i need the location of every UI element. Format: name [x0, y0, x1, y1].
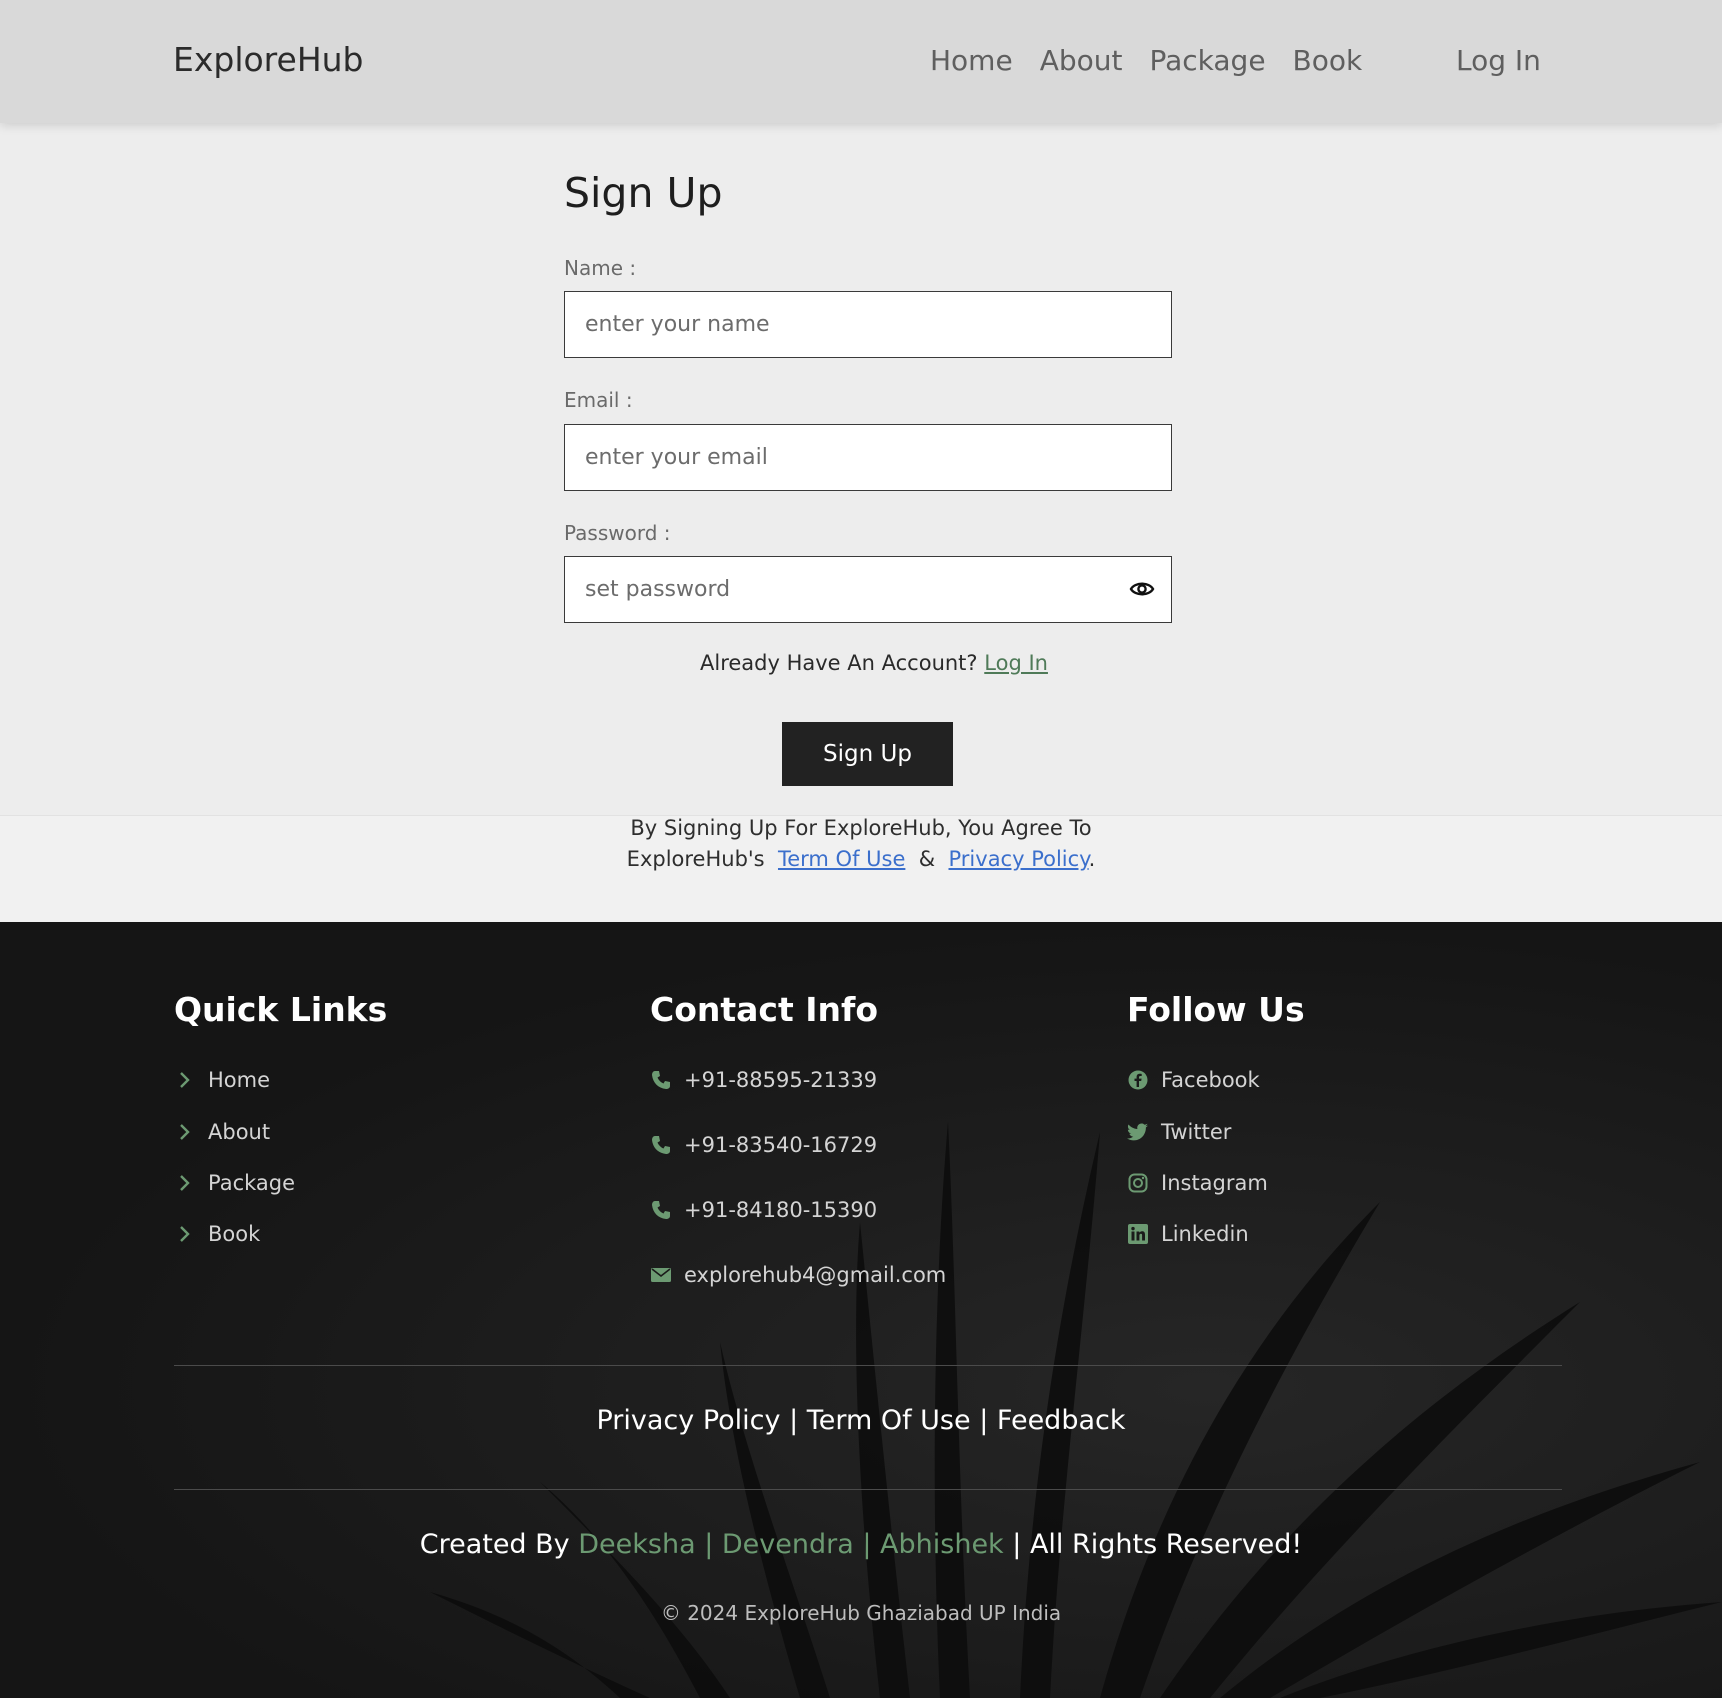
footer-credits: Created By Deeksha | Devendra | Abhishek…	[0, 1529, 1722, 1560]
social-label[interactable]: Facebook	[1161, 1068, 1260, 1092]
nav-about[interactable]: About	[1040, 44, 1123, 77]
quick-links-title: Quick Links	[174, 990, 388, 1029]
login-link[interactable]: Log In	[984, 651, 1048, 675]
legal-separator: |	[789, 1405, 799, 1436]
terms-line-2: ExploreHub's Term Of Use & Privacy Polic…	[0, 844, 1722, 875]
contact-phone-2[interactable]: +91-83540-16729	[650, 1133, 877, 1157]
footer-term-of-use-link[interactable]: Term Of Use	[807, 1405, 971, 1436]
facebook-icon	[1127, 1069, 1149, 1091]
credits-suffix: | All Rights Reserved!	[1012, 1529, 1303, 1560]
credits-prefix: Created By	[419, 1529, 570, 1560]
footer-feedback-link[interactable]: Feedback	[997, 1405, 1126, 1436]
nav-package[interactable]: Package	[1149, 44, 1265, 77]
site-footer: Quick Links Home About Package Book Cont…	[0, 922, 1722, 1698]
terms-line-1: By Signing Up For ExploreHub, You Agree …	[630, 816, 1092, 840]
phone-icon	[650, 1134, 672, 1156]
show-password-eye-icon[interactable]	[1128, 575, 1156, 603]
quick-link-about[interactable]: About	[174, 1120, 270, 1144]
email-input[interactable]	[564, 424, 1172, 491]
quick-link-label[interactable]: About	[208, 1120, 270, 1144]
terms-of-use-link[interactable]: Term Of Use	[778, 847, 905, 871]
quick-link-label[interactable]: Package	[208, 1171, 295, 1195]
contact-info-title: Contact Info	[650, 990, 879, 1029]
envelope-icon	[650, 1264, 672, 1286]
social-linkedin[interactable]: Linkedin	[1127, 1222, 1249, 1246]
chevron-right-icon	[174, 1069, 196, 1091]
follow-us-title: Follow Us	[1127, 990, 1305, 1029]
site-header: ExploreHub Home About Package Book Log I…	[0, 0, 1722, 123]
social-facebook[interactable]: Facebook	[1127, 1068, 1260, 1092]
page-title: Sign Up	[564, 169, 723, 217]
quick-link-package[interactable]: Package	[174, 1171, 295, 1195]
main-nav: Home About Package Book	[930, 44, 1389, 77]
phone-number: +91-84180-15390	[684, 1198, 878, 1222]
login-prompt: Already Have An Account? Log In	[700, 651, 1048, 675]
chevron-right-icon	[174, 1121, 196, 1143]
quick-link-book[interactable]: Book	[174, 1222, 260, 1246]
twitter-icon	[1127, 1121, 1149, 1143]
name-label: Name :	[564, 256, 637, 280]
palm-leaf-background	[430, 1122, 1722, 1698]
terms-period: .	[1088, 847, 1096, 871]
contact-phone-1[interactable]: +91-88595-21339	[650, 1068, 877, 1092]
linkedin-icon	[1127, 1223, 1149, 1245]
social-label[interactable]: Instagram	[1161, 1171, 1268, 1195]
instagram-icon	[1127, 1172, 1149, 1194]
credits-names: Deeksha | Devendra | Abhishek	[578, 1529, 1004, 1560]
terms-ampersand: &	[918, 847, 936, 871]
terms-notice: By Signing Up For ExploreHub, You Agree …	[0, 813, 1722, 875]
legal-separator: |	[979, 1405, 989, 1436]
phone-number: +91-83540-16729	[684, 1133, 878, 1157]
social-label[interactable]: Linkedin	[1161, 1222, 1249, 1246]
footer-divider-top	[174, 1365, 1562, 1366]
site-logo[interactable]: ExploreHub	[173, 40, 364, 79]
social-label[interactable]: Twitter	[1161, 1120, 1231, 1144]
nav-home[interactable]: Home	[930, 44, 1013, 77]
quick-link-label[interactable]: Book	[208, 1222, 260, 1246]
social-twitter[interactable]: Twitter	[1127, 1120, 1231, 1144]
phone-number: +91-88595-21339	[684, 1068, 878, 1092]
nav-login[interactable]: Log In	[1456, 44, 1541, 77]
phone-icon	[650, 1199, 672, 1221]
contact-email[interactable]: explorehub4@gmail.com	[650, 1263, 946, 1287]
footer-divider-bottom	[174, 1489, 1562, 1490]
email-address: explorehub4@gmail.com	[684, 1263, 947, 1287]
name-input[interactable]	[564, 291, 1172, 358]
email-label: Email :	[564, 388, 633, 412]
privacy-policy-link[interactable]: Privacy Policy	[949, 847, 1089, 871]
phone-icon	[650, 1069, 672, 1091]
nav-book[interactable]: Book	[1293, 44, 1363, 77]
footer-legal-links: Privacy Policy | Term Of Use | Feedback	[0, 1405, 1722, 1436]
terms-prefix: ExploreHub's	[626, 847, 765, 871]
copyright: © 2024 ExploreHub Ghaziabad UP India	[660, 1601, 1062, 1625]
chevron-right-icon	[174, 1223, 196, 1245]
quick-link-home[interactable]: Home	[174, 1068, 270, 1092]
sign-up-button[interactable]: Sign Up	[782, 722, 953, 786]
chevron-right-icon	[174, 1172, 196, 1194]
contact-phone-3[interactable]: +91-84180-15390	[650, 1198, 877, 1222]
quick-link-label[interactable]: Home	[208, 1068, 270, 1092]
social-instagram[interactable]: Instagram	[1127, 1171, 1268, 1195]
footer-privacy-policy-link[interactable]: Privacy Policy	[596, 1405, 780, 1436]
password-input[interactable]	[564, 556, 1172, 623]
login-prompt-text: Already Have An Account?	[700, 651, 978, 675]
password-label: Password :	[564, 521, 671, 545]
